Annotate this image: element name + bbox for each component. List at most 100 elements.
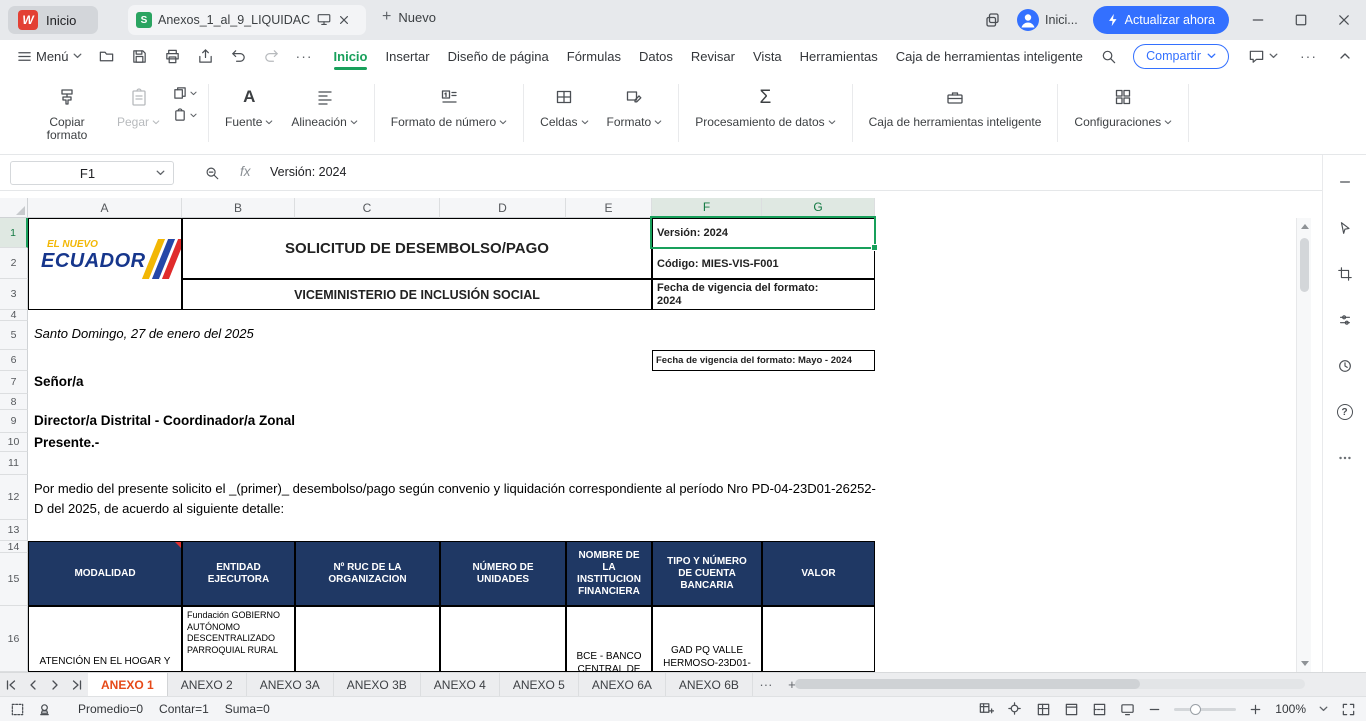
cell-code[interactable]: Código: MIES-VIS-F001 xyxy=(652,248,875,279)
user-account-button[interactable]: Inici... xyxy=(1017,9,1078,31)
minimize-button[interactable] xyxy=(1244,6,1272,34)
help-icon[interactable]: ? xyxy=(1332,399,1358,425)
crop-frame-icon[interactable] xyxy=(1332,261,1358,287)
more-tools-icon[interactable] xyxy=(1332,445,1358,471)
cell-body-paragraph[interactable]: Por medio del presente solicito el _(pri… xyxy=(34,479,876,519)
vertical-scrollbar[interactable] xyxy=(1296,218,1311,672)
update-now-button[interactable]: Actualizar ahora xyxy=(1093,6,1229,34)
table-header-cuenta[interactable]: TIPO Y NÚMERO DE CUENTA BANCARIA xyxy=(652,541,762,606)
export-button[interactable] xyxy=(194,45,217,68)
menubar-more-button[interactable]: ··· xyxy=(1297,45,1320,67)
select-all-corner[interactable] xyxy=(0,198,28,218)
sheet-tab-anexo-6b[interactable]: ANEXO 6B xyxy=(666,673,753,696)
column-header-g[interactable]: G xyxy=(762,198,875,218)
table-header-valor[interactable]: VALOR xyxy=(762,541,875,606)
select-cursor-icon[interactable] xyxy=(1332,215,1358,241)
tab-inicio[interactable]: Inicio xyxy=(332,40,370,72)
tab-formulas[interactable]: Fórmulas xyxy=(565,40,623,72)
row-header-12[interactable]: 12 xyxy=(0,475,28,520)
zoom-out-icon[interactable] xyxy=(1148,703,1161,716)
row-header-1[interactable]: 1 xyxy=(0,218,28,248)
sliders-icon[interactable] xyxy=(1332,307,1358,333)
column-header-f[interactable]: F xyxy=(652,198,762,218)
fx-label[interactable]: fx xyxy=(240,164,251,179)
main-menu-button[interactable]: Menú xyxy=(14,46,85,67)
table-header-modalidad[interactable]: MODALIDAD xyxy=(28,541,182,606)
cell-logo[interactable]: EL NUEVO ECUADOR xyxy=(28,218,182,310)
new-document-button[interactable]: + Nuevo xyxy=(382,9,436,25)
sheet-tab-anexo-4[interactable]: ANEXO 4 xyxy=(421,673,500,696)
cell-city-date[interactable]: Santo Domingo, 27 de enero del 2025 xyxy=(34,326,254,341)
page-layout-view-icon[interactable] xyxy=(1064,702,1079,717)
cell-f16-cuenta[interactable]: GAD PQ VALLE HERMOSO-23D01- xyxy=(652,606,762,672)
reading-view-icon[interactable] xyxy=(1120,702,1135,717)
share-button[interactable]: Compartir xyxy=(1133,44,1229,69)
close-window-button[interactable] xyxy=(1330,6,1358,34)
cut-button[interactable] xyxy=(173,108,197,122)
normal-view-icon[interactable] xyxy=(1036,702,1051,717)
comments-button[interactable] xyxy=(1245,45,1281,68)
row-header-16[interactable]: 16 xyxy=(0,606,28,672)
horizontal-scrollbar[interactable] xyxy=(795,679,1305,689)
column-header-e[interactable]: E xyxy=(566,198,652,218)
fullscreen-icon[interactable] xyxy=(1341,702,1356,717)
row-header-13[interactable]: 13 xyxy=(0,520,28,541)
row-header-6[interactable]: 6 xyxy=(0,350,28,371)
macro-record-icon[interactable] xyxy=(37,702,52,717)
row-header-2[interactable]: 2 xyxy=(0,248,28,279)
tab-vista[interactable]: Vista xyxy=(751,40,784,72)
cell-e16-institucion[interactable]: BCE - BANCO CENTRAL DE xyxy=(566,606,652,672)
cell-salutation[interactable]: Señor/a xyxy=(34,374,84,389)
table-tools-icon[interactable] xyxy=(978,701,994,717)
save-button[interactable] xyxy=(128,45,151,68)
row-header-7[interactable]: 7 xyxy=(0,371,28,394)
scroll-up-arrow[interactable] xyxy=(1301,224,1309,229)
zoom-slider-knob[interactable] xyxy=(1190,704,1201,715)
cell-b16-entidad[interactable]: Fundación GOBIERNO AUTÓNOMO DESCENTRALIZ… xyxy=(182,606,295,672)
collapse-panel-icon[interactable] xyxy=(1332,169,1358,195)
search-icon[interactable] xyxy=(1100,48,1117,65)
collapse-ribbon-button[interactable] xyxy=(1336,49,1354,63)
row-header-8[interactable]: 8 xyxy=(0,394,28,410)
first-sheet-button[interactable] xyxy=(0,673,22,696)
formula-zoom-icon[interactable] xyxy=(204,165,220,181)
sheet-tab-anexo-5[interactable]: ANEXO 5 xyxy=(500,673,579,696)
print-button[interactable] xyxy=(161,45,184,68)
sheet-tab-anexo-6a[interactable]: ANEXO 6A xyxy=(579,673,666,696)
close-document-icon[interactable] xyxy=(338,14,350,26)
cell-version[interactable]: Versión: 2024 xyxy=(652,218,875,248)
row-header-15[interactable]: 15 xyxy=(0,553,28,606)
tab-herramientas[interactable]: Herramientas xyxy=(798,40,880,72)
row-header-11[interactable]: 11 xyxy=(0,452,28,475)
undo-button[interactable] xyxy=(227,45,250,68)
home-tab-button[interactable]: W Inicio xyxy=(8,6,98,34)
sheet-tabs-overflow-button[interactable]: ··· xyxy=(753,673,779,696)
cell-title[interactable]: SOLICITUD DE DESEMBOLSO/PAGO xyxy=(182,218,652,279)
row-header-3[interactable]: 3 xyxy=(0,279,28,310)
table-header-institucion[interactable]: NOMBRE DE LA INSTITUCION FINANCIERA xyxy=(566,541,652,606)
zoom-slider[interactable] xyxy=(1174,708,1236,711)
sheet-tab-anexo-1[interactable]: ANEXO 1 xyxy=(88,673,168,696)
table-header-entidad[interactable]: ENTIDAD EJECUTORA xyxy=(182,541,295,606)
cell-g16-valor[interactable] xyxy=(762,606,875,672)
next-sheet-button[interactable] xyxy=(44,673,66,696)
table-header-ruc[interactable]: Nº RUC DE LA ORGANIZACION xyxy=(295,541,440,606)
row-header-14[interactable]: 14 xyxy=(0,541,28,553)
sheet-tab-anexo-3b[interactable]: ANEXO 3B xyxy=(334,673,421,696)
sheet-tab-anexo-2[interactable]: ANEXO 2 xyxy=(168,673,247,696)
locate-icon[interactable] xyxy=(1007,701,1023,717)
settings-button[interactable]: Configuraciones xyxy=(1065,81,1181,132)
format-button[interactable]: Formato xyxy=(598,81,672,132)
row-header-5[interactable]: 5 xyxy=(0,321,28,350)
font-button[interactable]: A Fuente xyxy=(216,81,282,132)
cell-c16-ruc[interactable] xyxy=(295,606,440,672)
open-button[interactable] xyxy=(95,45,118,68)
windows-stack-icon[interactable] xyxy=(984,11,1002,29)
redo-button[interactable] xyxy=(260,45,283,68)
tab-insertar[interactable]: Insertar xyxy=(383,40,431,72)
scroll-down-arrow[interactable] xyxy=(1301,661,1309,666)
cell-validity[interactable]: Fecha de vigencia del formato:2024 xyxy=(652,279,875,310)
document-tab[interactable]: S Anexos_1_al_9_LIQUIDACIONE xyxy=(128,5,366,35)
column-header-b[interactable]: B xyxy=(182,198,295,218)
copy-format-button[interactable]: Copiar formato xyxy=(26,81,108,145)
